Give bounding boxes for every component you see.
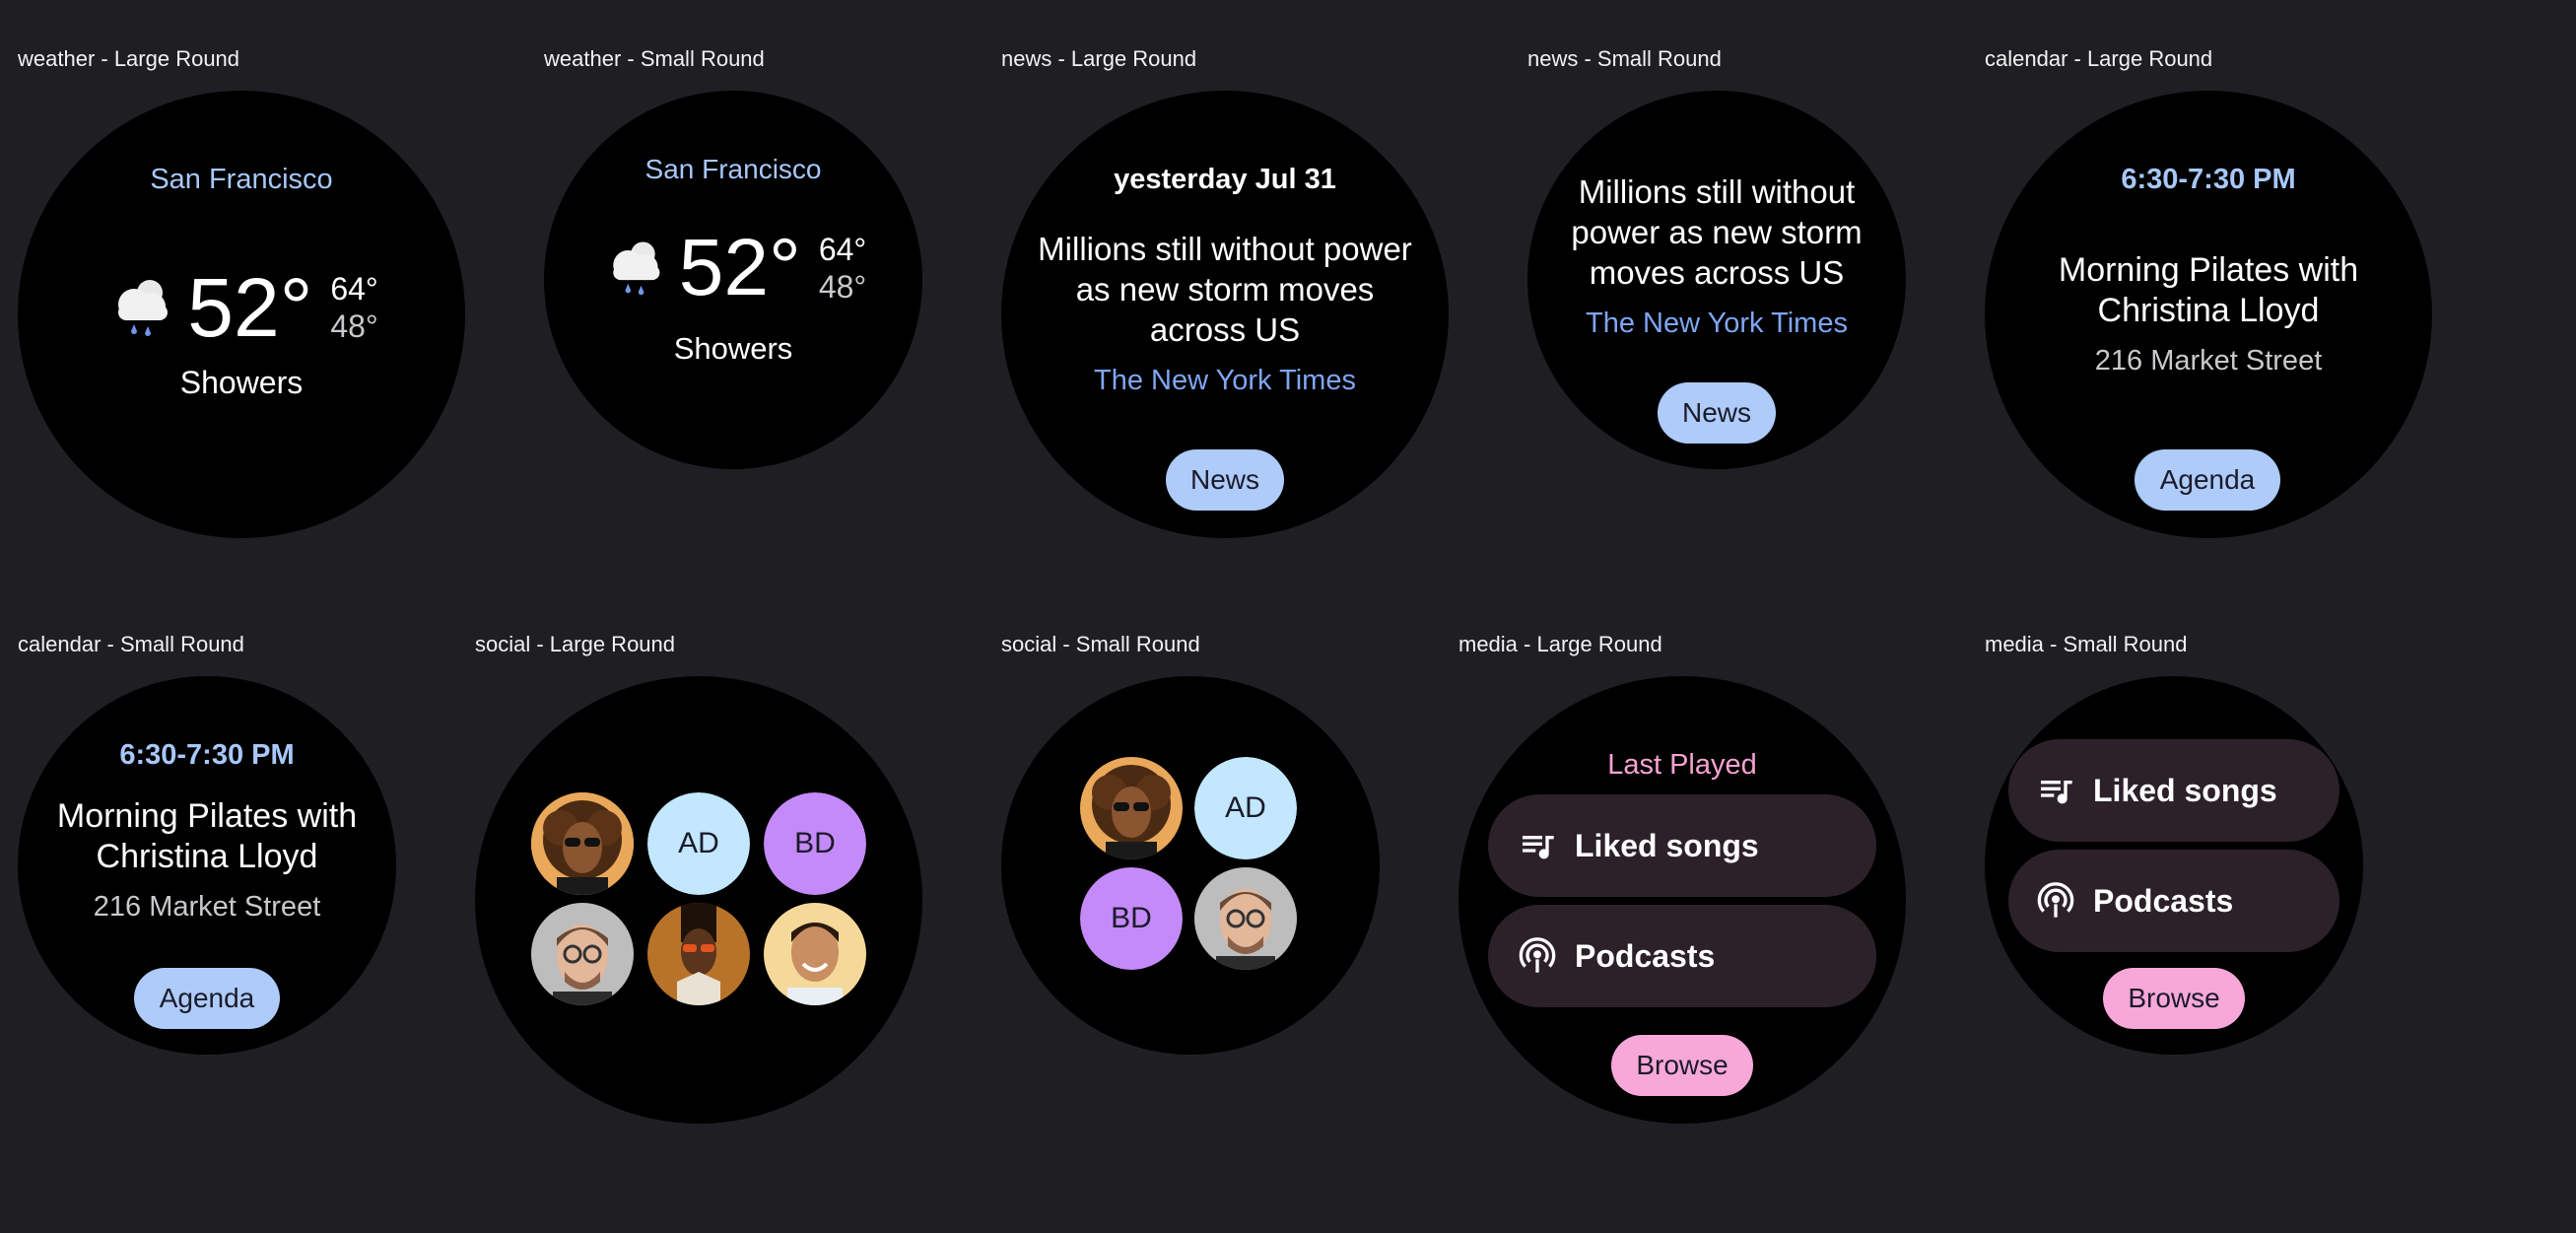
news-small-tile[interactable]: Millions still without power as new stor… — [1527, 91, 1906, 469]
contact-avatar-ad[interactable]: AD — [1194, 757, 1297, 859]
media-chip-label: Liked songs — [1575, 827, 1759, 863]
contact-initials: AD — [1225, 791, 1266, 824]
avatar-curly-hair-sunglasses[interactable] — [531, 792, 634, 895]
avatar-woman-orange-sunglasses[interactable] — [647, 903, 750, 1005]
headline-line: across US — [1149, 311, 1301, 348]
playlist-icon — [1523, 836, 1554, 859]
event-title-line: Christina Lloyd — [96, 838, 318, 875]
news-large-tile[interactable]: yesterday Jul 31 Millions still without … — [1001, 91, 1449, 538]
event-time: 6:30-7:30 PM — [2121, 164, 2296, 195]
podcast-icon — [1519, 937, 1556, 973]
media-large-tile[interactable]: Last Played Liked songs Podcasts Browse — [1458, 676, 1906, 1124]
weather-low: 48° — [818, 269, 867, 305]
news-button[interactable]: News — [1658, 382, 1776, 444]
contact-avatar-bd[interactable]: BD — [764, 792, 866, 895]
weather-readout: 52° 64° 48° — [544, 219, 922, 317]
media-chip-label: Podcasts — [2093, 882, 2234, 919]
media-chip-label: Liked songs — [2093, 772, 2277, 808]
news-source: The New York Times — [1094, 365, 1356, 396]
news-date: yesterday Jul 31 — [1114, 164, 1336, 195]
calendar-small-tile[interactable]: 6:30-7:30 PM Morning Pilates with Christ… — [18, 676, 396, 1055]
caption-weather-small: weather - Small Round — [544, 46, 765, 71]
weather-temp: 52° — [187, 260, 313, 354]
agenda-button[interactable]: Agenda — [2135, 449, 2280, 511]
contact-avatar-bd[interactable]: BD — [1080, 867, 1183, 970]
social-small-tile[interactable]: AD BD — [1001, 676, 1380, 1055]
caption-calendar-large: calendar - Large Round — [1985, 46, 2213, 71]
media-chip-liked-songs[interactable]: Liked songs — [1488, 794, 1876, 897]
weather-readout: 52° 64° 48° — [18, 258, 465, 357]
avatar-man-smiling[interactable] — [764, 903, 866, 1005]
weather-condition: Showers — [673, 331, 793, 366]
contact-initials: BD — [1111, 902, 1152, 934]
weather-low: 48° — [330, 308, 378, 344]
avatar-man-glasses[interactable] — [1194, 867, 1297, 970]
caption-media-large: media - Large Round — [1458, 632, 1662, 656]
weather-high: 64° — [818, 232, 867, 267]
media-small-tile[interactable]: Liked songs Podcasts Browse — [1985, 676, 2363, 1055]
weather-small-tile[interactable]: San Francisco 52° 64° 48° Showers — [544, 91, 922, 469]
weather-condition: Showers — [179, 365, 304, 400]
caption-calendar-small: calendar - Small Round — [18, 632, 244, 656]
contact-initials: AD — [678, 827, 719, 859]
news-source: The New York Times — [1586, 308, 1848, 339]
playlist-icon — [2041, 781, 2072, 804]
event-title-line: Morning Pilates with — [56, 797, 358, 835]
agenda-button[interactable]: Agenda — [134, 968, 280, 1029]
media-chip-podcasts[interactable]: Podcasts — [2008, 850, 2339, 952]
media-chip-liked-songs[interactable]: Liked songs — [2008, 739, 2339, 842]
headline-line: Millions still without power — [1038, 231, 1412, 267]
event-time: 6:30-7:30 PM — [119, 739, 295, 771]
weather-large-tile[interactable]: San Francisco 52° 64° 48° Showers — [18, 91, 465, 538]
avatar-curly-hair-sunglasses[interactable] — [1080, 757, 1183, 859]
caption-social-small: social - Small Round — [1001, 632, 1200, 656]
headline-line: Millions still without — [1578, 173, 1856, 210]
headline-line: power as new storm — [1571, 214, 1863, 250]
caption-media-small: media - Small Round — [1985, 632, 2188, 656]
weather-high: 64° — [330, 271, 378, 307]
caption-weather-large: weather - Large Round — [18, 46, 240, 71]
contact-avatar-ad[interactable]: AD — [647, 792, 750, 895]
event-title-line: Morning Pilates with — [2058, 251, 2359, 289]
media-chip-podcasts[interactable]: Podcasts — [1488, 905, 1876, 1007]
weather-location: San Francisco — [644, 154, 822, 184]
last-played-header: Last Played — [1607, 749, 1757, 781]
browse-button[interactable]: Browse — [1611, 1035, 1753, 1096]
weather-temp: 52° — [678, 223, 801, 312]
podcast-icon — [2037, 882, 2074, 918]
weather-location: San Francisco — [150, 164, 333, 195]
news-headline: Millions still without power as new stor… — [1001, 229, 1449, 350]
headline-line: moves across US — [1589, 254, 1845, 291]
event-title: Morning Pilates with Christina Lloyd — [18, 796, 396, 877]
media-chip-label: Podcasts — [1575, 937, 1716, 974]
event-title: Morning Pilates with Christina Lloyd — [1985, 250, 2432, 331]
caption-news-small: news - Small Round — [1527, 46, 1722, 71]
caption-social-large: social - Large Round — [475, 632, 676, 656]
showers-icon — [104, 271, 175, 345]
calendar-large-tile[interactable]: 6:30-7:30 PM Morning Pilates with Christ… — [1985, 91, 2432, 538]
event-location: 216 Market Street — [93, 891, 321, 923]
contact-initials: BD — [794, 827, 836, 859]
headline-line: as new storm moves — [1075, 271, 1375, 308]
avatar-man-glasses[interactable] — [531, 903, 634, 1005]
social-large-tile[interactable]: AD BD — [475, 676, 922, 1124]
news-button[interactable]: News — [1166, 449, 1284, 511]
event-location: 216 Market Street — [2094, 345, 2323, 377]
showers-icon — [600, 234, 667, 304]
browse-button[interactable]: Browse — [2103, 968, 2245, 1029]
event-title-line: Christina Lloyd — [2097, 292, 2320, 329]
caption-news-large: news - Large Round — [1001, 46, 1197, 71]
news-headline: Millions still without power as new stor… — [1527, 171, 1906, 293]
